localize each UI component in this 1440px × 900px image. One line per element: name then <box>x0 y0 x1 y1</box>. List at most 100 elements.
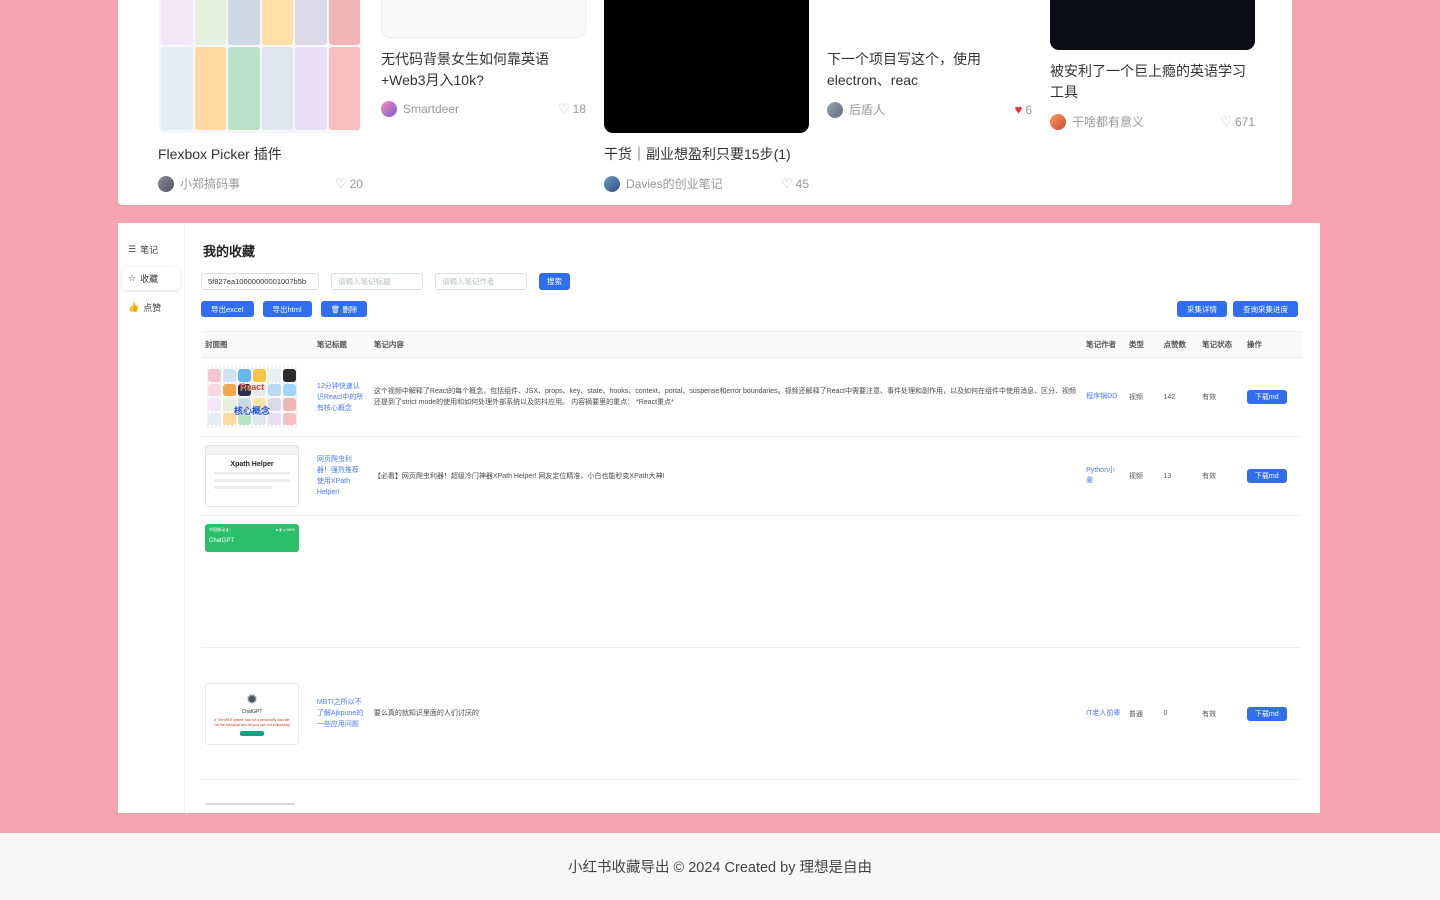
cell-title[interactable]: 网页爬虫利器！强烈推荐使用XPath Helper! <box>313 437 370 516</box>
cell-title <box>313 516 370 648</box>
note-card-author[interactable]: Davies的创业笔记 <box>604 175 723 192</box>
sidebar-item-label: 笔记 <box>140 243 158 256</box>
note-likes: 142 <box>1164 394 1176 401</box>
note-card[interactable]: 无代码背景女生如何靠英语+Web3月入10k? Smartdeer ♡ 18 <box>381 0 586 192</box>
main-content: 我的收藏 搜索 导出excel 导出html 🗑 删除 采集详情 查询采集进度 <box>185 223 1320 813</box>
avatar <box>158 176 174 192</box>
note-cover-icon-grid[interactable] <box>158 0 363 133</box>
cell-title[interactable]: MBTI之所以不了解Ajkpune的一些应用问题 <box>313 648 370 780</box>
note-cover-blank[interactable] <box>381 0 586 38</box>
cell-author[interactable]: 程序锅DD <box>1082 358 1125 437</box>
cell-author[interactable]: Python小姜 <box>1082 437 1125 516</box>
note-card-title: 被安利了一个巨上瘾的英语学习工具 <box>1050 61 1255 103</box>
like-count[interactable]: ♥ 6 <box>1015 102 1032 117</box>
notes-cards-panel: Flexbox Picker 插件 小郑搞码事 ♡ 20 无代码背景女生如何靠英… <box>118 0 1292 205</box>
note-card-meta: 小郑搞码事 ♡ 20 <box>158 175 363 192</box>
author-name: 后盾人 <box>849 101 885 118</box>
cell-title[interactable]: 12分钟快速认识React中的所有核心概念 <box>313 358 370 437</box>
mock-line <box>214 486 272 489</box>
cell-empty <box>313 780 1302 814</box>
thumbnail-chatgpt-card[interactable]: ✹ ChatGPT ⊘ The MBTI system has not a pe… <box>205 683 299 745</box>
table-row[interactable]: Xpath Helper 网页爬虫利器！强烈推荐使用XPath Helper! … <box>201 437 1302 516</box>
heart-filled-icon: ♥ <box>1015 102 1023 117</box>
heart-outline-icon: ♡ <box>558 101 570 117</box>
note-author-link[interactable]: 程序锅DD <box>1086 392 1121 402</box>
note-card[interactable]: 下一个项目写这个，使用 electron、reac 后盾人 ♥ 6 <box>827 0 1032 192</box>
note-card-author[interactable]: 后盾人 <box>827 101 885 118</box>
avatar <box>381 101 397 117</box>
table-row[interactable]: React 核心概念 12分钟快速认识React中的所有核心概念 这个视频中解释… <box>201 358 1302 437</box>
search-button[interactable]: 搜索 <box>539 273 570 290</box>
sidebar-item-favorites[interactable]: ☆ 收藏 <box>122 267 180 290</box>
note-card[interactable]: 开始盈利只需15步 paid pro... 4. Focus on nailin… <box>604 0 809 192</box>
column-header-cover: 封面图 <box>201 332 313 358</box>
cell-type: 视频 <box>1125 437 1160 516</box>
note-card-author[interactable]: 小郑搞码事 <box>158 175 240 192</box>
page-title: 我的收藏 <box>203 241 1302 260</box>
thumbnail-react-icons[interactable]: React 核心概念 <box>205 366 299 428</box>
like-count[interactable]: ♡ 18 <box>558 101 586 117</box>
collect-progress-button[interactable]: 查询采集进度 <box>1233 301 1298 317</box>
note-cover-text-list[interactable]: 开始盈利只需15步 paid pro... 4. Focus on nailin… <box>604 0 809 133</box>
note-status: 有效 <box>1202 711 1216 718</box>
note-cover-dark-ui[interactable] <box>1050 0 1255 50</box>
note-title-link[interactable]: 12分钟快速认识React中的所有核心概念 <box>317 381 366 414</box>
notes-cards-grid: Flexbox Picker 插件 小郑搞码事 ♡ 20 无代码背景女生如何靠英… <box>118 0 1292 192</box>
divider <box>205 803 295 805</box>
trash-icon: 🗑 <box>331 305 341 314</box>
note-title-input[interactable] <box>331 273 423 290</box>
cell-cover[interactable]: Xpath Helper <box>201 437 313 516</box>
author-name: Davies的创业笔记 <box>626 175 723 192</box>
like-count[interactable]: ♡ 671 <box>1220 114 1255 130</box>
export-excel-button[interactable]: 导出excel <box>201 301 254 317</box>
cell-cover[interactable]: React 核心概念 <box>201 358 313 437</box>
thumbnail-green-banner[interactable]: 中国移动 ▮ ◦● ▮ ⊿ 68% ChatGPT <box>205 524 299 552</box>
note-title-link[interactable]: MBTI之所以不了解Ajkpune的一些应用问题 <box>317 697 366 730</box>
table-row[interactable]: 中国移动 ▮ ◦● ▮ ⊿ 68% ChatGPT <box>201 516 1302 648</box>
note-author-link[interactable]: Python小姜 <box>1086 466 1121 486</box>
cell-cover[interactable]: 中国移动 ▮ ◦● ▮ ⊿ 68% ChatGPT <box>201 516 313 648</box>
cell-content: 【必看】网页爬虫利器！超级冷门神器XPath Helper! 网友定位精准，小白… <box>370 437 1082 516</box>
heart-outline-icon: ♡ <box>1220 114 1232 130</box>
filter-bar: 搜索 <box>201 273 1302 290</box>
author-name: 干啥都有意义 <box>1072 113 1144 130</box>
download-md-button[interactable]: 下载md <box>1247 469 1287 483</box>
note-content-text: 要么真的就知识里面的人们讨厌的 <box>374 708 1078 719</box>
cell-cover[interactable]: ✹ ChatGPT ⊘ The MBTI system has not a pe… <box>201 648 313 780</box>
table-row[interactable]: ✹ ChatGPT ⊘ The MBTI system has not a pe… <box>201 648 1302 780</box>
like-count[interactable]: ♡ 45 <box>781 176 809 192</box>
cell-operation[interactable]: 下载md <box>1243 648 1302 780</box>
author-name: 小郑搞码事 <box>180 175 240 192</box>
note-card-author[interactable]: 干啥都有意义 <box>1050 113 1144 130</box>
like-number: 18 <box>573 102 586 116</box>
download-md-button[interactable]: 下载md <box>1247 390 1287 404</box>
cell-likes: 13 <box>1160 437 1199 516</box>
download-md-button[interactable]: 下载md <box>1247 707 1287 721</box>
sidebar-item-notes[interactable]: ☰ 笔记 <box>122 238 180 261</box>
thumbnail-note-text: ⊘ The MBTI system has not a personality … <box>206 718 298 728</box>
note-card[interactable]: 被安利了一个巨上瘾的英语学习工具 干啥都有意义 ♡ 671 <box>1050 0 1255 192</box>
column-header-status: 笔记状态 <box>1198 332 1243 358</box>
sidebar-item-likes[interactable]: 👍 点赞 <box>122 296 180 319</box>
note-title-link[interactable]: 网页爬虫利器！强烈推荐使用XPath Helper! <box>317 454 366 498</box>
mock-button <box>240 731 264 736</box>
export-html-button[interactable]: 导出html <box>263 301 312 317</box>
footer: 小红书收藏导出 © 2024 Created by 理想是自由 <box>0 833 1440 900</box>
note-id-input[interactable] <box>201 273 319 290</box>
note-cover-blank[interactable] <box>827 0 1032 38</box>
note-card[interactable]: Flexbox Picker 插件 小郑搞码事 ♡ 20 <box>158 0 363 192</box>
note-card-author[interactable]: Smartdeer <box>381 101 459 117</box>
collect-detail-button[interactable]: 采集详情 <box>1177 301 1227 317</box>
cell-type <box>1125 516 1160 648</box>
cell-author[interactable]: IT老人前辈 <box>1082 648 1125 780</box>
note-author-link[interactable]: IT老人前辈 <box>1086 709 1121 719</box>
cell-operation[interactable]: 下载md <box>1243 437 1302 516</box>
delete-button[interactable]: 🗑 删除 <box>321 301 368 317</box>
cell-operation[interactable]: 下载md <box>1243 358 1302 437</box>
like-count[interactable]: ♡ 20 <box>335 176 363 192</box>
thumbnail-xpath-helper[interactable]: Xpath Helper <box>205 445 299 507</box>
note-author-input[interactable] <box>435 273 527 290</box>
like-number: 6 <box>1025 103 1032 117</box>
note-card-meta: Smartdeer ♡ 18 <box>381 101 586 117</box>
note-likes: 13 <box>1164 473 1172 480</box>
